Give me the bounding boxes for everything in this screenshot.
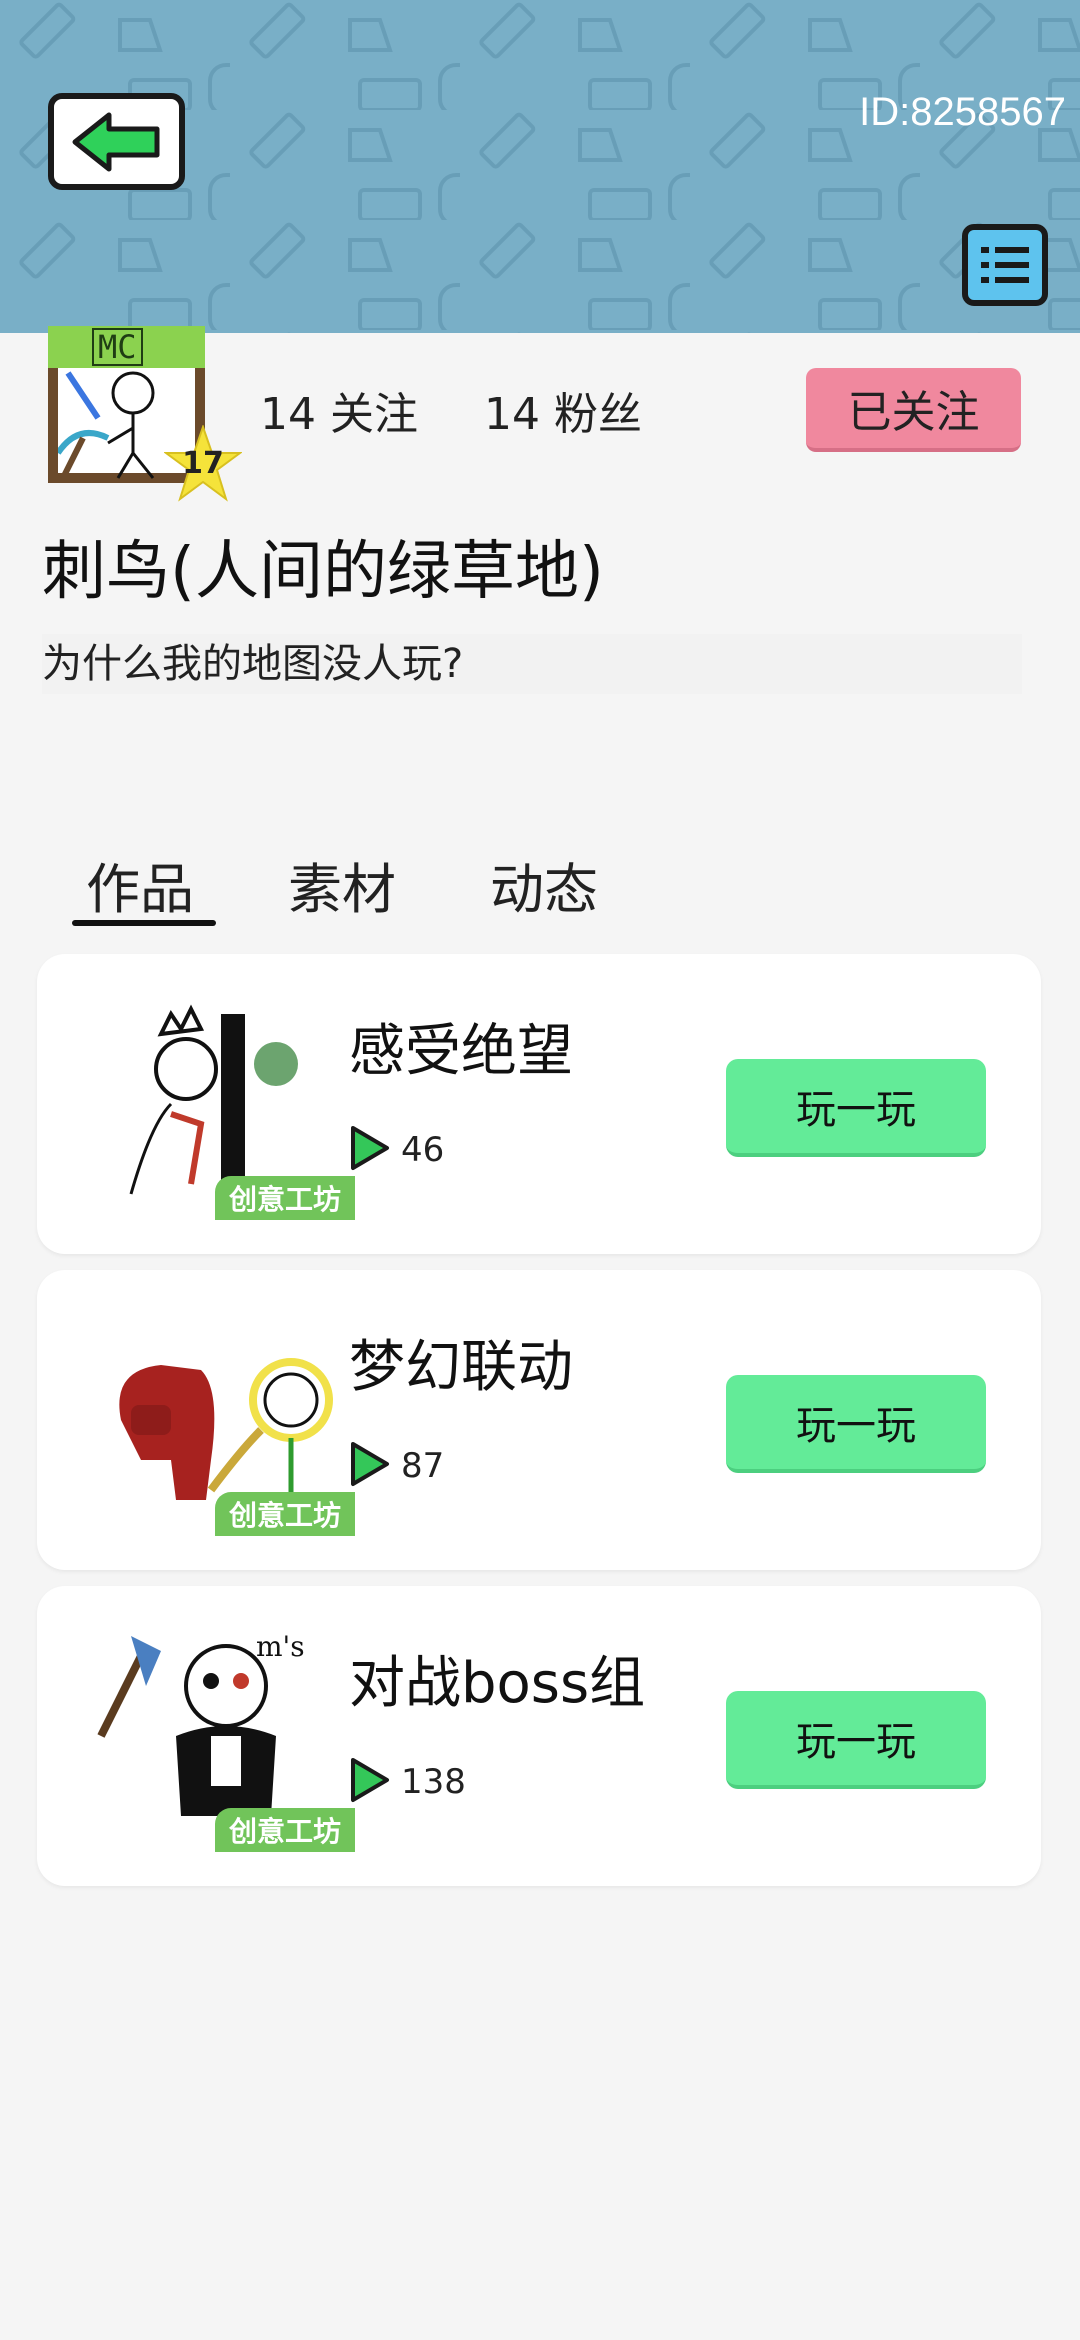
level-number: 17 — [182, 446, 224, 481]
play-button[interactable]: 玩一玩 — [726, 1375, 986, 1473]
tab-materials[interactable]: 素材 — [288, 845, 396, 924]
tab-activity[interactable]: 动态 — [490, 845, 598, 924]
tab-active-indicator — [72, 920, 216, 926]
work-card[interactable]: m's 创意工坊 对战boss组 138 玩一玩 — [37, 1586, 1041, 1886]
list-menu-icon — [981, 247, 1029, 283]
workshop-tag: 创意工坊 — [215, 1492, 355, 1536]
menu-button[interactable] — [962, 224, 1048, 306]
profile-header: ID:8258567 — [0, 0, 1080, 333]
play-triangle-icon — [351, 1758, 389, 1802]
avatar-text: MC — [92, 328, 143, 366]
user-id: ID:8258567 — [859, 90, 1066, 134]
tab-works[interactable]: 作品 — [86, 845, 194, 924]
back-arrow-icon — [72, 112, 159, 171]
svg-text:m's: m's — [256, 1630, 305, 1663]
play-count: 87 — [401, 1446, 445, 1486]
work-card[interactable]: 创意工坊 感受绝望 46 玩一玩 — [37, 954, 1041, 1254]
work-title: 对战boss组 — [349, 1651, 646, 1716]
workshop-tag: 创意工坊 — [215, 1808, 355, 1852]
work-title: 感受绝望 — [349, 1019, 573, 1084]
work-title: 梦幻联动 — [349, 1335, 573, 1400]
play-button[interactable]: 玩一玩 — [726, 1691, 986, 1789]
play-count: 46 — [401, 1130, 445, 1170]
followers-count[interactable]: 14 粉丝 — [484, 378, 642, 442]
play-triangle-icon — [351, 1442, 389, 1486]
bio: 为什么我的地图没人玩? — [42, 634, 1022, 694]
play-button[interactable]: 玩一玩 — [726, 1059, 986, 1157]
username: 刺鸟(人间的绿草地) — [42, 535, 604, 609]
play-count: 138 — [401, 1762, 466, 1802]
workshop-tag: 创意工坊 — [215, 1176, 355, 1220]
back-button[interactable] — [48, 93, 185, 190]
following-count[interactable]: 14 关注 — [260, 378, 418, 442]
play-triangle-icon — [351, 1126, 389, 1170]
work-card[interactable]: 创意工坊 梦幻联动 87 玩一玩 — [37, 1270, 1041, 1570]
follow-button[interactable]: 已关注 — [806, 368, 1021, 452]
